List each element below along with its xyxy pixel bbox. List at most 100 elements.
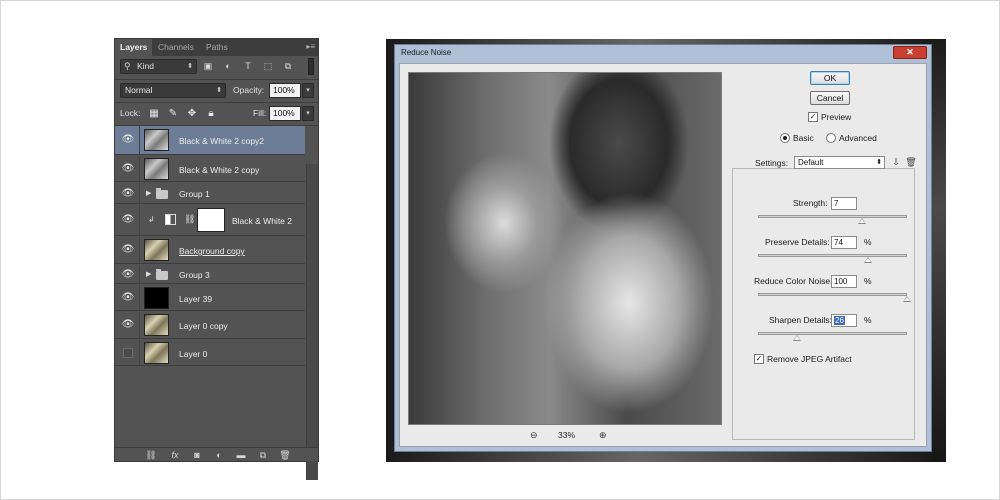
new-adjustment-icon[interactable]: ◐ [213,449,225,461]
preserve-details-field[interactable]: 74 [831,236,857,249]
preserve-details-slider-thumb[interactable] [864,257,873,263]
link-icon[interactable]: ⛓︎ [184,214,195,225]
strength-slider-thumb[interactable] [858,218,867,224]
zoom-in-icon[interactable]: ⊕ [599,430,607,441]
layer-mask-thumbnail[interactable] [197,208,225,232]
layer-name[interactable]: Layer 0 copy [179,321,228,331]
layer-row[interactable]: Layer 0 [115,340,305,366]
layer-name[interactable]: Group 3 [179,270,210,280]
layer-group-row[interactable]: 👁︎ ▶ Group 3 [115,265,305,284]
black-white-adjustment-icon[interactable] [165,214,176,225]
shape-filter-icon[interactable]: ⬚ [262,60,274,72]
layer-row[interactable]: 👁︎ Black & White 2 copy [115,156,305,182]
settings-select[interactable]: Default ⬍ [794,156,885,169]
advanced-radio[interactable] [826,133,836,143]
expand-arrow-icon[interactable]: ▶ [146,270,151,278]
preview-image[interactable] [408,72,722,425]
remove-jpeg-checkbox[interactable]: ✓ [754,354,764,364]
blend-mode-select[interactable]: Normal ⬍ [120,83,226,98]
folder-icon [156,269,168,280]
cancel-button[interactable]: Cancel [810,91,850,105]
percent-sign: % [864,315,872,325]
eye-icon[interactable]: 👁︎ [121,318,135,332]
pixel-filter-icon[interactable]: ▣ [202,60,214,72]
new-group-icon[interactable]: ▬ [235,449,247,461]
lock-transparent-icon[interactable]: ▦ [148,108,160,120]
layer-name[interactable]: Black & White 2 copy [179,165,259,175]
eye-icon[interactable]: 👁︎ [121,243,135,257]
tab-layers[interactable]: Layers [115,39,153,56]
layers-footer-toolbar: ⛓︎ fx ◙ ◐ ▬ ⧉ 🗑︎ [115,447,318,461]
eye-icon[interactable]: 👁︎ [121,268,135,282]
layer-row[interactable]: 👁︎ Background copy [115,237,305,264]
layer-thumbnail [144,129,169,151]
basic-radio[interactable] [780,133,790,143]
save-settings-icon[interactable]: ⇩ [890,156,902,168]
type-filter-icon[interactable]: T [242,60,254,72]
opacity-field[interactable]: 100% [269,83,301,98]
zoom-level: 33% [558,430,576,440]
fill-dropdown-icon[interactable]: ▾ [302,106,314,121]
smart-object-filter-icon[interactable]: ⧉ [282,60,294,72]
layer-name[interactable]: Layer 0 [179,349,207,359]
sharpen-details-slider-thumb[interactable] [792,335,801,341]
sharpen-details-slider[interactable] [758,332,907,335]
clipping-arrow-icon: ↲ [148,215,155,224]
panel-menu-icon[interactable]: ▸≡ [306,42,315,51]
strength-field[interactable]: 7 [831,197,857,210]
opacity-dropdown-icon[interactable]: ▾ [302,83,314,98]
preview-checkbox[interactable]: ✓ [808,112,818,122]
layers-scrollbar[interactable] [306,164,318,480]
blend-mode-value: Normal [125,85,153,95]
layer-name[interactable]: Group 1 [179,189,210,199]
lock-all-icon[interactable]: 🔒︎ [205,108,217,120]
layer-name[interactable]: Layer 39 [179,294,212,304]
close-button[interactable]: ✕ [893,46,927,59]
lock-brush-icon[interactable]: ✎ [167,108,179,120]
layer-group-row[interactable]: 👁︎ ▶ Group 1 [115,183,305,204]
reduce-color-noise-field[interactable]: 100 [831,275,857,288]
preserve-details-slider[interactable] [758,254,907,257]
eye-icon[interactable]: 👁︎ [121,187,135,201]
reduce-color-noise-slider[interactable] [758,293,907,296]
layer-row[interactable]: 👁︎ Layer 39 [115,285,305,311]
trash-icon[interactable]: 🗑︎ [279,449,291,461]
preserve-details-label: Preserve Details: [765,237,830,247]
fill-field[interactable]: 100% [269,106,301,121]
layer-name[interactable]: Black & White 2 copy2 [179,136,264,146]
eye-icon[interactable]: 👁︎ [121,213,135,227]
adjustment-layer-row[interactable]: 👁︎ ↲ ⛓︎ Black & White 2 [115,205,305,236]
sharpen-details-field[interactable]: 26 [831,314,857,327]
layer-thumbnail [144,287,169,309]
layer-row[interactable]: 👁︎ Layer 0 copy [115,312,305,339]
percent-sign: % [864,237,872,247]
search-icon: ⚲ [124,61,131,71]
ok-button[interactable]: OK [810,71,850,85]
strength-slider[interactable] [758,215,907,218]
adjustment-filter-icon[interactable]: ◐ [222,60,234,72]
eye-icon[interactable]: 👁︎ [121,133,135,147]
reduce-color-noise-slider-thumb[interactable] [903,296,911,302]
sharpen-details-label: Sharpen Details: [769,315,832,325]
tab-channels[interactable]: Channels [153,39,199,56]
lock-move-icon[interactable]: ✥ [186,108,198,120]
new-layer-icon[interactable]: ⧉ [257,449,269,461]
expand-arrow-icon[interactable]: ▶ [146,189,151,197]
eye-icon[interactable]: 👁︎ [121,291,135,305]
add-mask-icon[interactable]: ◙ [191,449,203,461]
fx-icon[interactable]: fx [169,449,181,461]
visibility-off-box[interactable] [123,348,133,358]
opacity-label: Opacity: [233,85,265,95]
tab-paths[interactable]: Paths [201,39,233,56]
canvas-background-edge [932,39,946,462]
filter-kind-select[interactable]: ⚲ Kind ⬍ [120,59,197,74]
zoom-out-icon[interactable]: ⊖ [530,430,538,441]
trash-icon[interactable]: 🗑︎ [905,156,917,168]
layer-name[interactable]: Black & White 2 [232,216,292,226]
lock-label: Lock: [120,108,141,118]
eye-icon[interactable]: 👁︎ [121,162,135,176]
link-layers-icon[interactable]: ⛓︎ [145,449,157,461]
filter-toggle-switch[interactable] [308,58,314,75]
layer-row[interactable]: 👁︎ Black & White 2 copy2 [115,126,305,155]
layer-name[interactable]: Background copy [179,246,245,256]
